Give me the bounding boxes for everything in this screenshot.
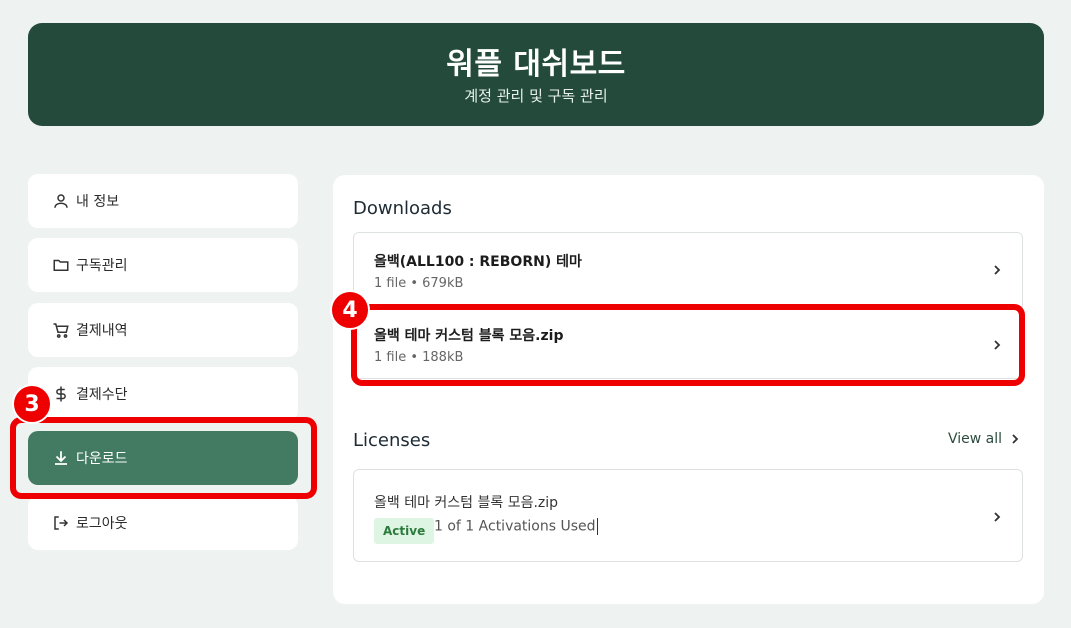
sidebar-item-logout[interactable]: 로그아웃 bbox=[28, 496, 298, 550]
main-panel: Downloads 올백(ALL100 : REBORN) 테마 1 file … bbox=[333, 175, 1044, 604]
activations-text: 1 of 1 Activations Used bbox=[434, 518, 596, 535]
chevron-right-icon bbox=[994, 265, 1001, 275]
highlight-downloads-nav bbox=[10, 417, 317, 499]
view-all-label: View all bbox=[947, 431, 1002, 447]
status-badge: Active bbox=[374, 518, 435, 544]
user-icon bbox=[54, 194, 68, 208]
activations-info: 1 of 1 Activations Used bbox=[434, 518, 598, 535]
step-4-badge: 4 bbox=[330, 290, 370, 330]
highlight-download-item bbox=[351, 304, 1025, 386]
view-all-link[interactable]: View all bbox=[948, 431, 1020, 447]
chevron-right-icon bbox=[994, 512, 1001, 522]
sidebar-item-label: 내 정보 bbox=[76, 194, 120, 210]
sidebar-item-label: 결제수단 bbox=[76, 387, 128, 403]
sidebar-item-label: 구독관리 bbox=[76, 258, 128, 274]
folder-icon bbox=[53, 259, 69, 271]
dashboard-header: 워플 대쉬보드 계정 관리 및 구독 관리 bbox=[28, 23, 1044, 126]
licenses-title: Licenses bbox=[353, 430, 431, 451]
sidebar-item-label: 결제내역 bbox=[76, 323, 128, 339]
download-item-name: 올백(ALL100 : REBORN) 테마 bbox=[374, 254, 582, 270]
sidebar-item-my-info[interactable]: 내 정보 bbox=[28, 174, 298, 228]
logout-icon bbox=[54, 516, 69, 530]
page-title: 워플 대쉬보드 bbox=[446, 47, 626, 82]
cart-icon bbox=[53, 323, 69, 338]
sidebar-item-subscriptions[interactable]: 구독관리 bbox=[28, 238, 298, 292]
download-item[interactable]: 올백(ALL100 : REBORN) 테마 1 file • 679kB bbox=[354, 233, 1022, 306]
step-3-badge: 3 bbox=[12, 384, 52, 424]
text-cursor bbox=[596, 518, 598, 535]
sidebar-item-label: 로그아웃 bbox=[76, 516, 128, 532]
chevron-right-icon bbox=[1012, 434, 1019, 444]
license-item[interactable]: 올백 테마 커스텀 블록 모음.zip Active 1 of 1 Activa… bbox=[353, 469, 1023, 562]
sidebar-item-payment-methods[interactable]: 결제수단 bbox=[28, 367, 298, 421]
dollar-icon bbox=[56, 386, 66, 402]
download-item-meta: 1 file • 679kB bbox=[374, 276, 464, 291]
page-subtitle: 계정 관리 및 구독 관리 bbox=[464, 87, 608, 105]
sidebar-item-payment-history[interactable]: 결제내역 bbox=[28, 303, 298, 357]
license-item-name: 올백 테마 커스텀 블록 모음.zip bbox=[374, 495, 559, 511]
downloads-title: Downloads bbox=[353, 198, 452, 219]
